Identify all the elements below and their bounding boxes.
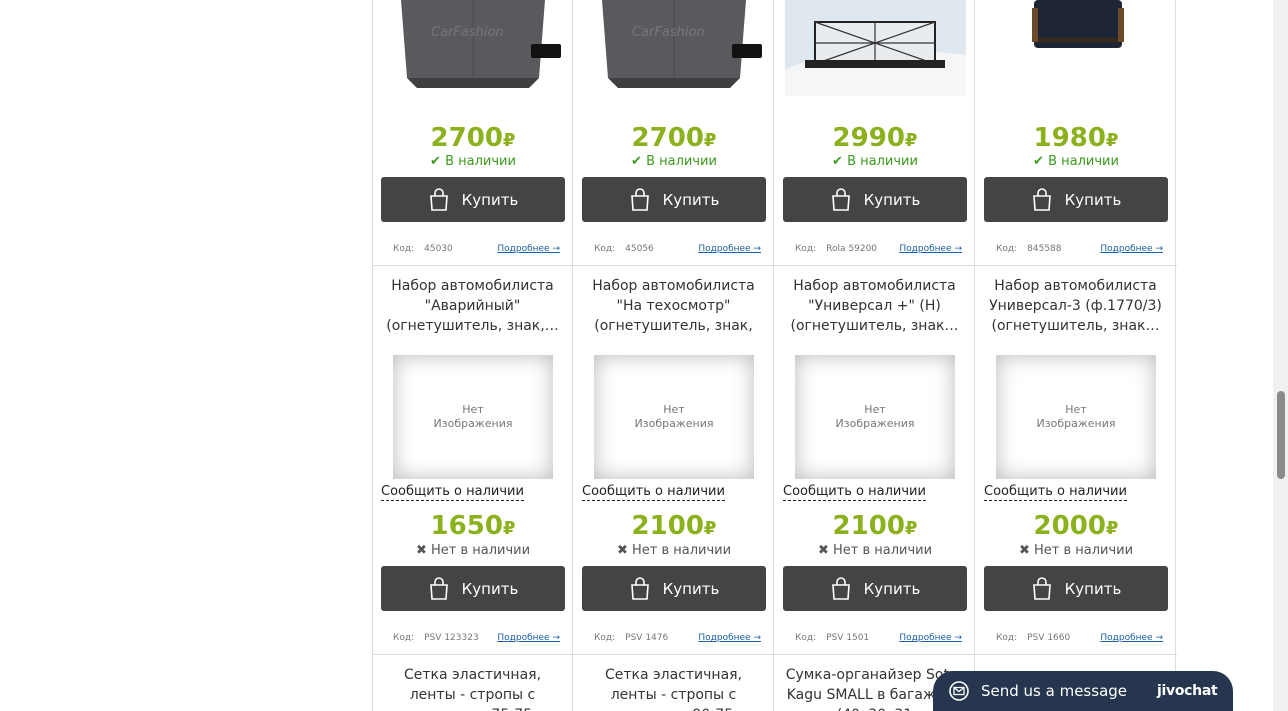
more-link[interactable]: Подробнее → — [899, 632, 962, 644]
product-code: Код: PSV 1476 — [594, 633, 669, 643]
availability-status: ✔ В наличии — [1033, 154, 1119, 169]
notify-availability-link[interactable]: Сообщить о наличии — [984, 484, 1127, 501]
shopping-bag-icon — [1032, 576, 1051, 600]
no-image-placeholder: Нет Изображения — [795, 355, 955, 479]
product-card: Набор автомобилиста "Универсал +" (Н) (о… — [775, 266, 975, 654]
page-scrollbar[interactable] — [1273, 0, 1288, 711]
more-link[interactable]: Подробнее → — [899, 243, 962, 255]
more-link[interactable]: Подробнее → — [1100, 243, 1163, 255]
product-price: 1980₽ — [1033, 123, 1119, 153]
buy-button[interactable]: Купить — [984, 177, 1168, 222]
product-title[interactable]: Набор автомобилиста "Универсал +" (Н) (о… — [781, 276, 968, 336]
buy-button-label: Купить — [662, 190, 720, 209]
buy-button-label: Купить — [1064, 190, 1122, 209]
product-price: 2000₽ — [1033, 511, 1119, 541]
product-card: Набор автомобилиста Универсал-3 (ф.1770/… — [976, 266, 1176, 654]
product-card: CarFashion 2700₽ ✔ В наличии Купить Код:… — [574, 0, 774, 265]
shopping-bag-icon — [429, 576, 448, 600]
availability-status: ✖ Нет в наличии — [616, 543, 732, 558]
product-card: 2990₽ ✔ В наличии Купить Код: Rola 59200 … — [775, 0, 975, 265]
product-code: Код: 45030 — [393, 244, 453, 254]
product-price: 2100₽ — [832, 511, 918, 541]
buy-button-label: Купить — [461, 579, 519, 598]
product-image[interactable] — [984, 0, 1167, 56]
product-card: CarFashion 2700₽ ✔ В наличии Купить Код:… — [373, 0, 573, 265]
notify-availability-link[interactable]: Сообщить о наличии — [582, 484, 725, 501]
availability-status: ✔ В наличии — [430, 154, 516, 169]
shopping-bag-icon — [630, 576, 649, 600]
no-image-placeholder: Нет Изображения — [996, 355, 1156, 479]
product-code: Код: 845588 — [996, 244, 1062, 254]
shopping-bag-icon — [831, 187, 850, 211]
buy-button[interactable]: Купить — [381, 177, 565, 222]
buy-button-label: Купить — [662, 579, 720, 598]
scrollbar-thumb[interactable] — [1277, 391, 1285, 479]
shopping-bag-icon — [429, 187, 448, 211]
product-card: 1980₽ ✔ В наличии Купить Код: 845588 Подр… — [976, 0, 1176, 265]
buy-button-label: Купить — [863, 579, 921, 598]
shopping-bag-icon — [1032, 187, 1051, 211]
no-image-placeholder: Нет Изображения — [393, 355, 553, 479]
mail-icon — [949, 681, 969, 701]
product-title[interactable]: Сетка эластичная, ленты - стропы с крючк… — [580, 665, 767, 711]
availability-status: ✔ В наличии — [832, 154, 918, 169]
product-code: Код: PSV 1501 — [795, 633, 870, 643]
buy-button[interactable]: Купить — [582, 566, 766, 611]
no-image-placeholder: Нет Изображения — [594, 355, 754, 479]
availability-status: ✖ Нет в наличии — [415, 543, 531, 558]
product-grid: CarFashion 2700₽ ✔ В наличии Купить Код:… — [372, 0, 1177, 711]
buy-button[interactable]: Купить — [381, 566, 565, 611]
notify-availability-link[interactable]: Сообщить о наличии — [783, 484, 926, 501]
product-code: Код: PSV 123323 — [393, 633, 479, 643]
more-link[interactable]: Подробнее → — [497, 243, 560, 255]
product-price: 2990₽ — [832, 123, 918, 153]
buy-button[interactable]: Купить — [783, 177, 967, 222]
chat-widget-label: Send us a message — [981, 682, 1128, 700]
buy-button-label: Купить — [863, 190, 921, 209]
product-code: Код: Rola 59200 — [795, 244, 878, 254]
chat-widget[interactable]: Send us a message jivochat — [933, 671, 1233, 711]
shopping-bag-icon — [831, 576, 850, 600]
more-link[interactable]: Подробнее → — [698, 243, 761, 255]
product-title[interactable]: Набор автомобилиста "Аварийный" (огнетуш… — [379, 276, 566, 336]
product-card: Сетка эластичная, ленты - стропы с крючк… — [373, 655, 573, 711]
shopping-bag-icon — [630, 187, 649, 211]
more-link[interactable]: Подробнее → — [497, 632, 560, 644]
product-title[interactable]: Набор автомобилиста Универсал-3 (ф.1770/… — [982, 276, 1169, 336]
product-code: Код: 45056 — [594, 244, 654, 254]
product-price: 2100₽ — [631, 511, 717, 541]
product-price: 2700₽ — [430, 123, 516, 153]
notify-availability-link[interactable]: Сообщить о наличии — [381, 484, 524, 501]
product-card: Сетка эластичная, ленты - стропы с крючк… — [574, 655, 774, 711]
buy-button[interactable]: Купить — [783, 566, 967, 611]
availability-status: ✔ В наличии — [631, 154, 717, 169]
product-code: Код: PSV 1660 — [996, 633, 1071, 643]
product-image[interactable] — [785, 0, 966, 96]
buy-button-label: Купить — [461, 190, 519, 209]
product-price: 2700₽ — [631, 123, 717, 153]
product-title[interactable]: Набор автомобилиста "На техосмотр" (огне… — [580, 276, 767, 336]
product-title[interactable]: Сетка эластичная, ленты - стропы с крючк… — [379, 665, 566, 711]
buy-button[interactable]: Купить — [582, 177, 766, 222]
svg-text:CarFashion: CarFashion — [431, 25, 504, 40]
jivochat-logo: jivochat — [1157, 683, 1218, 699]
more-link[interactable]: Подробнее → — [1100, 632, 1163, 644]
buy-button-label: Купить — [1064, 579, 1122, 598]
svg-text:CarFashion: CarFashion — [632, 25, 705, 40]
more-link[interactable]: Подробнее → — [698, 632, 761, 644]
availability-status: ✖ Нет в наличии — [817, 543, 933, 558]
product-image[interactable]: CarFashion — [582, 0, 765, 96]
availability-status: ✖ Нет в наличии — [1018, 543, 1134, 558]
product-card: Набор автомобилиста "На техосмотр" (огне… — [574, 266, 774, 654]
buy-button[interactable]: Купить — [984, 566, 1168, 611]
product-image[interactable]: CarFashion — [381, 0, 564, 96]
product-price: 1650₽ — [430, 511, 516, 541]
product-card: Набор автомобилиста "Аварийный" (огнетуш… — [373, 266, 573, 654]
